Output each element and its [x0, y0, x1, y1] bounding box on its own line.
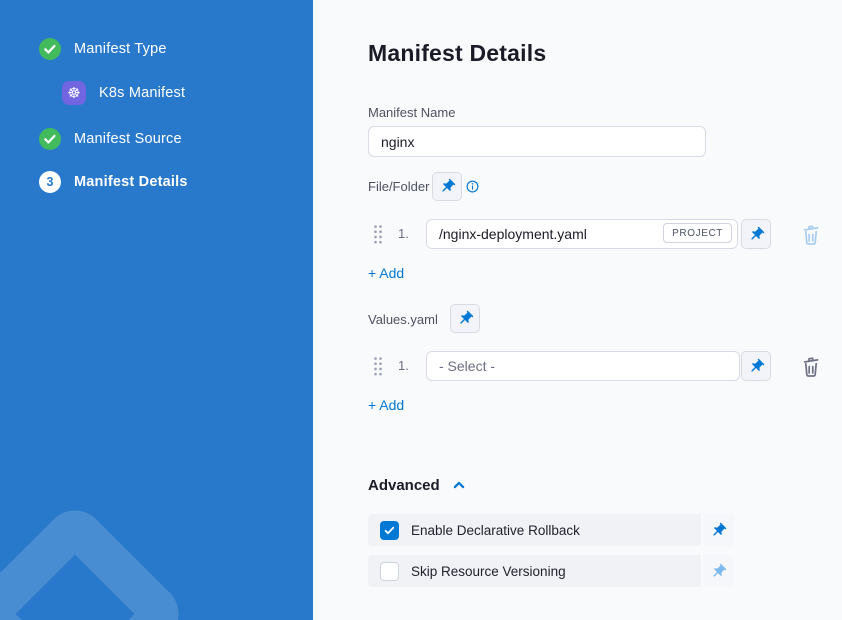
scope-badge: PROJECT: [663, 223, 732, 243]
option-label: Enable Declarative Rollback: [411, 523, 580, 538]
step-label: Manifest Details: [74, 174, 188, 190]
option-enable-declarative-rollback[interactable]: Enable Declarative Rollback: [368, 514, 701, 546]
declarative-rollback-pin-button[interactable]: [703, 514, 734, 546]
option-skip-resource-versioning[interactable]: Skip Resource Versioning: [368, 555, 701, 587]
step-label: Manifest Source: [74, 131, 182, 147]
kubernetes-icon: ☸: [62, 81, 86, 105]
pin-icon: [710, 522, 727, 539]
step-label: Manifest Type: [74, 41, 167, 57]
advanced-option-row: Enable Declarative Rollback: [368, 514, 734, 546]
step-complete-check-icon: [39, 128, 61, 150]
trash-icon: [799, 221, 823, 247]
option-label: Skip Resource Versioning: [411, 564, 566, 579]
sidebar-substep-k8s-manifest[interactable]: ☸ K8s Manifest: [62, 81, 185, 105]
delete-values-file-button[interactable]: [799, 353, 823, 379]
file-path-input-wrap: PROJECT: [426, 219, 738, 249]
pin-icon: [439, 178, 456, 195]
row-index: 1.: [398, 226, 409, 241]
wizard-sidebar: Manifest Type ☸ K8s Manifest Manifest So…: [0, 0, 313, 620]
file-path-pin-button[interactable]: [741, 219, 771, 249]
sidebar-step-manifest-details[interactable]: 3 Manifest Details: [39, 171, 188, 193]
values-file-select[interactable]: - Select -: [426, 351, 740, 381]
add-file-path-link[interactable]: + Add: [368, 265, 404, 281]
pin-icon: [748, 226, 765, 243]
advanced-option-row: Skip Resource Versioning: [368, 555, 734, 587]
sidebar-step-manifest-type[interactable]: Manifest Type: [39, 38, 167, 60]
skip-resource-versioning-checkbox[interactable]: [380, 562, 399, 581]
step-label: K8s Manifest: [99, 85, 185, 101]
manifest-name-label: Manifest Name: [368, 105, 455, 120]
values-yaml-pin-button[interactable]: [450, 304, 480, 333]
advanced-title: Advanced: [368, 477, 440, 494]
drag-handle[interactable]: [373, 224, 383, 244]
sidebar-step-manifest-source[interactable]: Manifest Source: [39, 128, 182, 150]
delete-file-path-button[interactable]: [799, 221, 823, 247]
manifest-details-panel: Manifest Details Manifest Name File/Fold…: [313, 0, 842, 620]
pin-icon: [748, 358, 765, 375]
advanced-section-toggle[interactable]: Advanced: [368, 476, 468, 494]
drag-handle[interactable]: [373, 356, 383, 376]
values-file-pin-button[interactable]: [741, 351, 771, 381]
row-index: 1.: [398, 358, 409, 373]
declarative-rollback-checkbox[interactable]: [380, 521, 399, 540]
manifest-name-input[interactable]: [368, 126, 706, 157]
page-title: Manifest Details: [368, 40, 546, 67]
step-number-badge: 3: [39, 171, 61, 193]
info-icon[interactable]: [465, 179, 480, 194]
chevron-up-icon: [450, 476, 468, 494]
values-yaml-label: Values.yaml: [368, 312, 438, 327]
skip-resource-versioning-pin-button[interactable]: [703, 555, 734, 587]
file-folder-path-pin-button[interactable]: [432, 172, 462, 201]
pin-icon: [710, 563, 727, 580]
harness-logo-watermark: [0, 498, 191, 620]
step-complete-check-icon: [39, 38, 61, 60]
checkmark-icon: [383, 524, 396, 537]
pin-icon: [457, 310, 474, 327]
file-folder-path-label-row: File/Folder Path: [368, 179, 480, 194]
add-values-file-link[interactable]: + Add: [368, 397, 404, 413]
trash-icon: [799, 353, 823, 379]
